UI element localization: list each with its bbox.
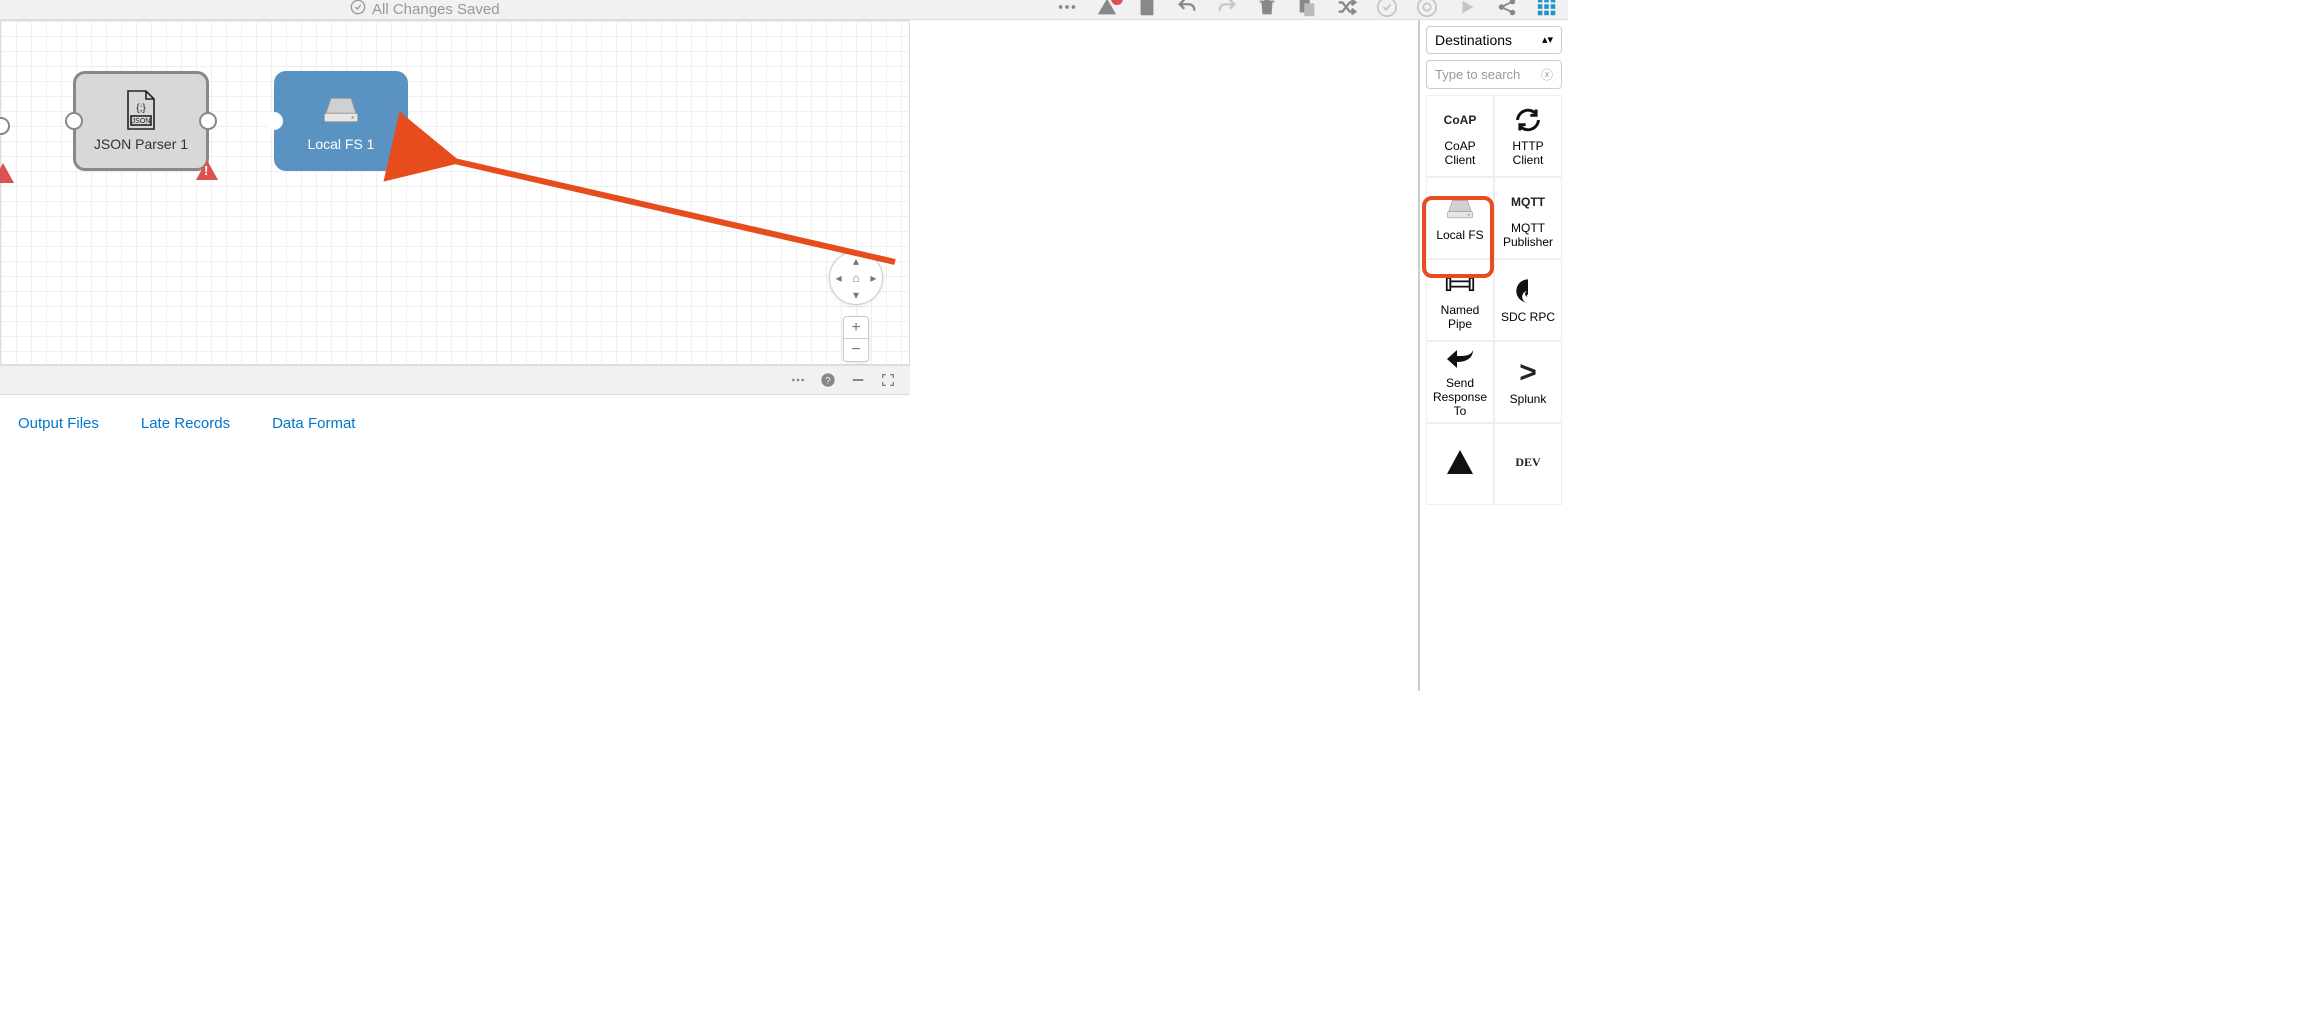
help-icon[interactable]: ? bbox=[820, 372, 836, 388]
palette-item-label: SDC RPC bbox=[1501, 310, 1555, 324]
palette-item-label: Send Response To bbox=[1431, 376, 1489, 418]
triangle-alert-icon bbox=[1445, 447, 1475, 477]
node-input-port[interactable] bbox=[265, 112, 283, 130]
palette-item-sdc-rpc[interactable]: SDC RPC bbox=[1494, 259, 1562, 341]
palette-item-http-client[interactable]: HTTP Client bbox=[1494, 95, 1562, 177]
palette-item-mqtt-publisher[interactable]: MQTT MQTT Publisher bbox=[1494, 177, 1562, 259]
stage-palette: CoAP CoAP Client HTTP Client Local FS MQ… bbox=[1426, 95, 1562, 505]
dropdown-label: Destinations bbox=[1435, 32, 1512, 48]
palette-item-label: Local FS bbox=[1436, 228, 1483, 242]
trash-icon[interactable] bbox=[1256, 0, 1278, 18]
nav-home-icon[interactable]: ⌂ bbox=[852, 271, 859, 285]
palette-item-splunk[interactable]: > Splunk bbox=[1494, 341, 1562, 423]
palette-item-send-response[interactable]: Send Response To bbox=[1426, 341, 1494, 423]
tab-late-records[interactable]: Late Records bbox=[141, 415, 230, 438]
warning-icon[interactable] bbox=[196, 160, 218, 180]
top-toolbar: All Changes Saved bbox=[0, 0, 1568, 20]
undo-icon[interactable] bbox=[1176, 0, 1198, 18]
node-label: Local FS 1 bbox=[308, 136, 375, 152]
tab-data-format[interactable]: Data Format bbox=[272, 415, 355, 438]
palette-item-label: CoAP Client bbox=[1431, 139, 1489, 167]
shuffle-icon[interactable] bbox=[1336, 0, 1358, 18]
warning-icon bbox=[0, 163, 14, 183]
category-dropdown[interactable]: Destinations ▴▾ bbox=[1426, 26, 1562, 54]
nav-up-icon[interactable]: ▴ bbox=[853, 254, 859, 268]
save-status-text: All Changes Saved bbox=[372, 1, 500, 18]
palette-item-label: MQTT Publisher bbox=[1499, 221, 1557, 249]
stage-library-sidebar: Destinations ▴▾ Type to search ⓧ CoAP Co… bbox=[1418, 20, 1568, 691]
canvas-input-port[interactable] bbox=[0, 117, 10, 135]
palette-item-coap-client[interactable]: CoAP CoAP Client bbox=[1426, 95, 1494, 177]
preview-icon[interactable] bbox=[1416, 0, 1438, 18]
pipe-icon bbox=[1445, 269, 1475, 299]
svg-text:JSON: JSON bbox=[132, 118, 151, 125]
mqtt-text-icon: MQTT bbox=[1513, 187, 1543, 217]
grid-icon[interactable] bbox=[1536, 0, 1558, 18]
node-label: JSON Parser 1 bbox=[94, 136, 188, 152]
canvas-nav-pad[interactable]: ▴ ◂ ⌂ ▸ ▾ bbox=[829, 251, 883, 305]
play-icon[interactable] bbox=[1456, 0, 1478, 18]
minimize-icon[interactable] bbox=[850, 372, 866, 388]
refresh-icon bbox=[1513, 105, 1543, 135]
drive-icon bbox=[321, 90, 361, 130]
config-tabs: Output Files Late Records Data Format bbox=[0, 415, 910, 438]
canvas-footer-bar: ? bbox=[0, 365, 910, 395]
coap-text-icon: CoAP bbox=[1445, 105, 1475, 135]
zoom-in-button[interactable]: + bbox=[844, 317, 868, 339]
svg-text:?: ? bbox=[825, 375, 830, 385]
palette-item-error[interactable] bbox=[1426, 423, 1494, 505]
palette-item-label: Named Pipe bbox=[1431, 303, 1489, 331]
dev-text-icon: DEV bbox=[1513, 447, 1543, 477]
swirl-icon bbox=[1513, 276, 1543, 306]
validate-icon[interactable] bbox=[1376, 0, 1398, 18]
save-status: All Changes Saved bbox=[350, 0, 500, 19]
more-icon[interactable] bbox=[1056, 0, 1078, 18]
palette-item-named-pipe[interactable]: Named Pipe bbox=[1426, 259, 1494, 341]
node-input-port[interactable] bbox=[65, 112, 83, 130]
checkmark-icon bbox=[350, 0, 366, 19]
splunk-icon: > bbox=[1513, 358, 1543, 388]
json-file-icon: {;} JSON bbox=[121, 90, 161, 130]
chevron-updown-icon: ▴▾ bbox=[1542, 36, 1553, 44]
svg-text:{;}: {;} bbox=[136, 103, 146, 114]
palette-item-label: HTTP Client bbox=[1499, 139, 1557, 167]
clear-icon[interactable]: ⓧ bbox=[1541, 66, 1553, 83]
node-output-port[interactable] bbox=[199, 112, 217, 130]
palette-item-dev[interactable]: DEV bbox=[1494, 423, 1562, 505]
palette-item-label: Splunk bbox=[1510, 392, 1547, 406]
copy-icon[interactable] bbox=[1296, 0, 1318, 18]
alert-icon[interactable] bbox=[1096, 0, 1118, 18]
zoom-control: + − bbox=[843, 316, 869, 362]
zoom-out-button[interactable]: − bbox=[844, 339, 868, 361]
nav-right-icon[interactable]: ▸ bbox=[870, 271, 876, 285]
search-input[interactable]: Type to search ⓧ bbox=[1426, 60, 1562, 89]
more-icon[interactable] bbox=[790, 372, 806, 388]
nav-left-icon[interactable]: ◂ bbox=[836, 271, 842, 285]
palette-item-local-fs[interactable]: Local FS bbox=[1426, 177, 1494, 259]
nav-down-icon[interactable]: ▾ bbox=[853, 288, 859, 302]
pipeline-canvas[interactable]: {;} JSON JSON Parser 1 Local FS 1 ▴ ◂ ⌂ ▸ … bbox=[0, 20, 910, 365]
redo-icon[interactable] bbox=[1216, 0, 1238, 18]
expand-icon[interactable] bbox=[880, 372, 896, 388]
share-icon[interactable] bbox=[1496, 0, 1518, 18]
tab-output-files[interactable]: Output Files bbox=[18, 415, 99, 438]
drive-icon bbox=[1445, 194, 1475, 224]
document-icon[interactable] bbox=[1136, 0, 1158, 18]
node-local-fs[interactable]: Local FS 1 bbox=[274, 71, 408, 171]
reply-icon bbox=[1445, 346, 1475, 372]
search-placeholder: Type to search bbox=[1435, 67, 1520, 82]
node-json-parser[interactable]: {;} JSON JSON Parser 1 bbox=[73, 71, 209, 171]
